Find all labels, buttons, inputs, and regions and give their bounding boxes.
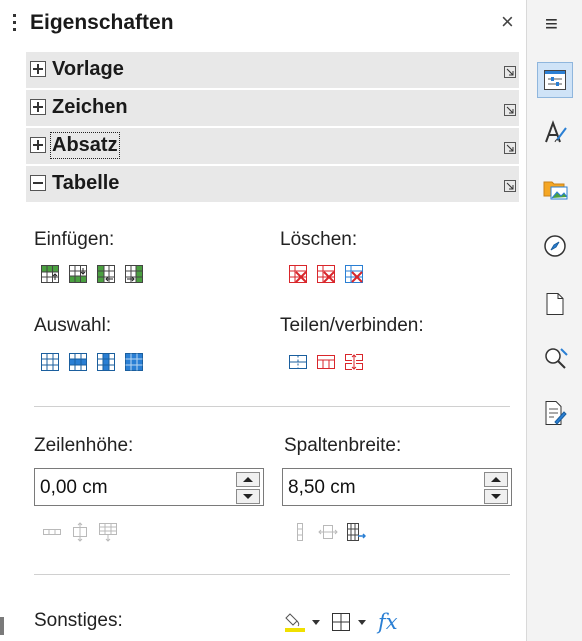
column-size-icons	[290, 522, 367, 542]
optimal-row-height-icon[interactable]	[70, 522, 90, 542]
decrement-button[interactable]	[484, 489, 508, 504]
misc-label: Sonstiges:	[34, 610, 123, 631]
split-cells-icon[interactable]	[288, 352, 308, 372]
gallery-icon[interactable]	[537, 170, 573, 206]
distribute-columns-icon[interactable]	[346, 522, 367, 542]
insert-rows-below-icon[interactable]	[68, 264, 88, 284]
row-height-input[interactable]	[35, 469, 238, 507]
merge-cells-icon[interactable]	[316, 352, 336, 372]
expand-icon[interactable]	[30, 137, 46, 153]
more-options-icon[interactable]	[504, 180, 516, 192]
select-icons	[40, 352, 144, 372]
select-table-icon[interactable]	[124, 352, 144, 372]
borders-icon[interactable]	[330, 611, 352, 633]
expand-icon[interactable]	[30, 99, 46, 115]
more-options-icon[interactable]	[504, 104, 516, 116]
page-icon[interactable]	[537, 286, 573, 322]
column-width-spin-buttons	[484, 472, 508, 504]
split-merge-icons	[288, 352, 364, 372]
section-tabelle[interactable]: Tabelle	[26, 166, 519, 202]
select-cell-icon[interactable]	[40, 352, 60, 372]
row-height-spin-buttons	[236, 472, 260, 504]
properties-icon[interactable]	[537, 62, 573, 98]
collapse-icon[interactable]	[30, 175, 46, 191]
section-title-absatz: Absatz	[50, 132, 120, 159]
panel-title-bar: Eigenschaften ×	[4, 0, 526, 46]
navigator-icon[interactable]	[537, 228, 573, 264]
styles-icon[interactable]	[537, 114, 573, 150]
distribute-rows-icon[interactable]	[98, 522, 118, 542]
split-merge-label: Teilen/verbinden:	[280, 315, 424, 336]
delete-table-icon[interactable]	[344, 264, 364, 284]
delete-rows-icon[interactable]	[288, 264, 308, 284]
manage-changes-icon[interactable]	[537, 394, 573, 430]
sidebar-menu-button[interactable]: ≡	[545, 13, 558, 35]
select-column-icon[interactable]	[96, 352, 116, 372]
section-title-tabelle: Tabelle	[52, 172, 120, 194]
sidebar-tab-bar: ≡	[526, 0, 582, 641]
close-button[interactable]: ×	[501, 11, 514, 33]
column-width-input[interactable]	[283, 469, 486, 507]
more-options-icon[interactable]	[504, 142, 516, 154]
insert-columns-after-icon[interactable]	[124, 264, 144, 284]
background-color-dropdown-icon[interactable]	[312, 619, 320, 625]
insert-label: Einfügen:	[34, 229, 115, 250]
section-title-zeichen: Zeichen	[52, 96, 128, 118]
more-options-icon[interactable]	[504, 66, 516, 78]
row-size-icons	[42, 522, 118, 542]
increment-button[interactable]	[236, 472, 260, 487]
minimal-column-width-icon[interactable]	[290, 522, 310, 542]
delete-label: Löschen:	[280, 229, 358, 250]
properties-panel: Eigenschaften × Vorlage Zeichen Absatz T…	[4, 0, 526, 641]
drag-grip-icon[interactable]	[13, 14, 17, 34]
section-title-vorlage: Vorlage	[52, 58, 124, 80]
panel-title: Eigenschaften	[30, 11, 174, 34]
misc-tools: fx	[284, 610, 398, 634]
minimal-row-height-icon[interactable]	[42, 522, 62, 542]
delete-columns-icon[interactable]	[316, 264, 336, 284]
section-zeichen[interactable]: Zeichen	[26, 90, 519, 126]
row-height-spinbox	[34, 468, 264, 507]
insert-columns-before-icon[interactable]	[96, 264, 116, 284]
divider	[34, 574, 510, 575]
divider	[34, 406, 510, 407]
expand-icon[interactable]	[30, 61, 46, 77]
table-cell-background-icon[interactable]	[284, 611, 306, 633]
select-label: Auswahl:	[34, 315, 112, 336]
insert-rows-above-icon[interactable]	[40, 264, 60, 284]
row-height-label: Zeilenhöhe:	[34, 435, 134, 456]
formula-icon[interactable]: fx	[378, 610, 398, 634]
section-absatz[interactable]: Absatz	[26, 128, 519, 164]
select-row-icon[interactable]	[68, 352, 88, 372]
insert-icons	[40, 264, 144, 284]
decrement-button[interactable]	[236, 489, 260, 504]
delete-icons	[288, 264, 364, 284]
increment-button[interactable]	[484, 472, 508, 487]
split-table-icon[interactable]	[344, 352, 364, 372]
borders-dropdown-icon[interactable]	[358, 619, 366, 625]
section-vorlage[interactable]: Vorlage	[26, 52, 519, 88]
column-width-label: Spaltenbreite:	[284, 435, 402, 456]
optimal-column-width-icon[interactable]	[318, 522, 338, 542]
style-inspector-icon[interactable]	[537, 340, 573, 376]
column-width-spinbox	[282, 468, 512, 507]
